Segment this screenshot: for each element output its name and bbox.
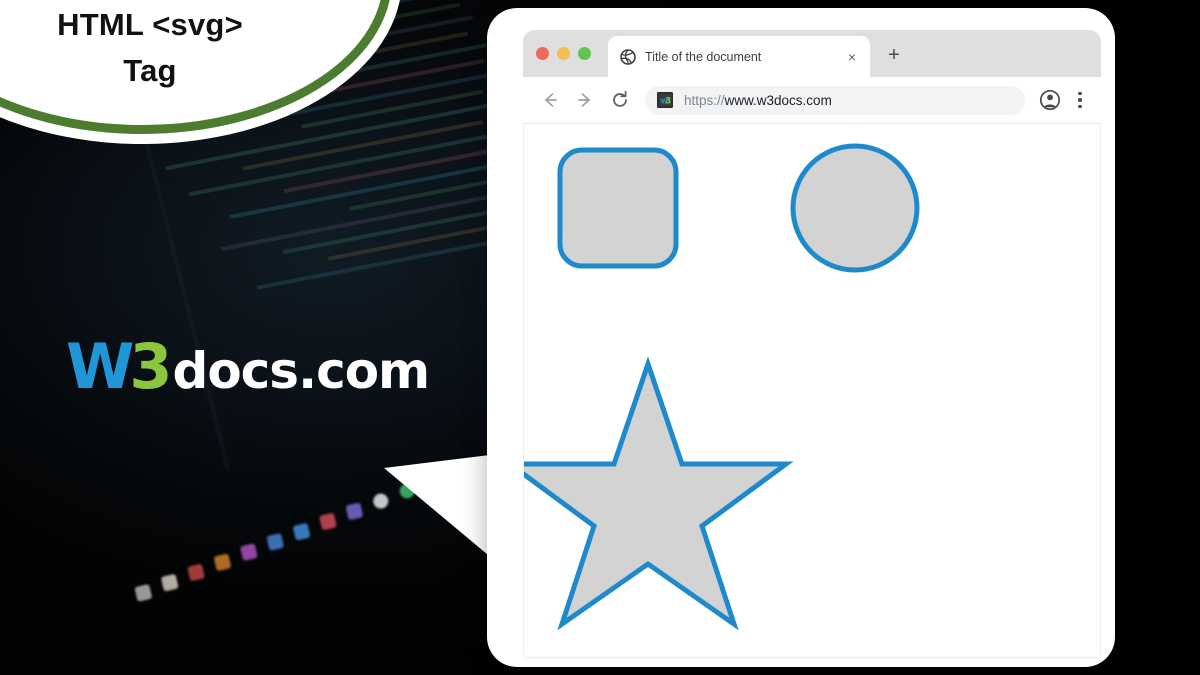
browser-toolbar: w 3 https://www.w3docs.com: [523, 77, 1101, 124]
svg-text:3: 3: [665, 96, 671, 106]
browser-window: Title of the document × + w 3 https://ww…: [523, 30, 1101, 658]
profile-avatar-icon: [1039, 89, 1061, 111]
maximize-window-button[interactable]: [578, 47, 591, 60]
profile-button[interactable]: [1037, 87, 1063, 113]
back-button[interactable]: [537, 87, 563, 113]
screenshot-canvas: HTML <svg> Tag W 3 docs.com Title of the…: [0, 0, 1200, 675]
close-tab-button[interactable]: ×: [844, 49, 860, 65]
logo-text-docs: docs.com: [172, 342, 431, 400]
reload-button[interactable]: [607, 87, 633, 113]
svg-shape-circle: [790, 143, 920, 273]
arrow-left-icon: [545, 93, 557, 107]
reload-icon: [613, 90, 627, 107]
page-viewport: [523, 124, 1101, 658]
close-window-button[interactable]: [536, 47, 549, 60]
globe-icon: [620, 48, 636, 65]
window-controls: [536, 47, 591, 60]
svg-shape-star: [524, 356, 794, 631]
browser-tab-title: Title of the document: [645, 49, 762, 64]
logo-letter-w: W: [66, 330, 134, 403]
kebab-menu-icon-dot-3: [1078, 104, 1082, 109]
kebab-menu-icon-dot-1: [1078, 91, 1082, 96]
browser-menu-button[interactable]: [1071, 87, 1089, 113]
kebab-menu-icon-dot-2: [1078, 98, 1082, 102]
new-tab-button[interactable]: +: [883, 44, 905, 66]
address-bar[interactable]: w 3 https://www.w3docs.com: [645, 85, 1025, 115]
svg-demo-canvas: [524, 143, 920, 631]
url-host: www.w3docs.com: [724, 92, 832, 108]
minimize-window-button[interactable]: [557, 47, 570, 60]
forward-button[interactable]: [572, 87, 598, 113]
page-title-line-2: Tag: [123, 52, 177, 88]
page-title-line-1: HTML <svg>: [57, 7, 243, 42]
logo-letter-3: 3: [129, 330, 172, 403]
page-title: HTML <svg> Tag: [0, 4, 300, 92]
arrow-right-icon: [578, 93, 590, 107]
url-scheme: https://: [684, 92, 725, 108]
w3docs-favicon: w 3: [657, 92, 673, 108]
browser-tab-strip: Title of the document × +: [523, 30, 1101, 77]
browser-window-card: Title of the document × + w 3 https://ww…: [487, 8, 1115, 667]
w3docs-logo: W 3 docs.com: [66, 330, 431, 403]
address-bar-url: https://www.w3docs.com: [684, 93, 832, 108]
svg-shape-rounded-rectangle: [557, 147, 679, 269]
browser-tab[interactable]: Title of the document ×: [608, 36, 870, 77]
